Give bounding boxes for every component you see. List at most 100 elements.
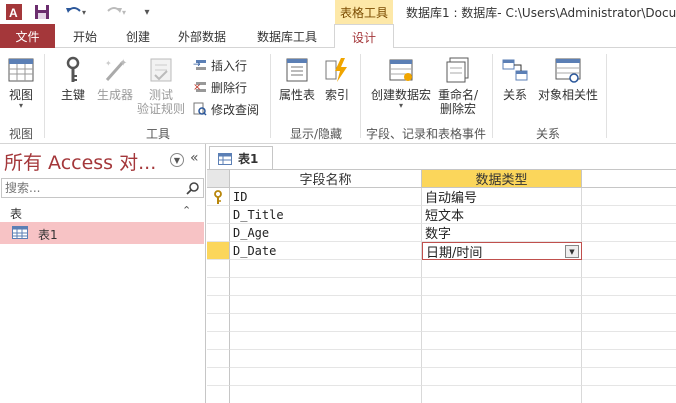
object-dependencies-button[interactable]: 对象相关性 [536,54,600,102]
insert-rows-label: 插入行 [211,58,248,73]
data-type-cell[interactable] [422,368,582,386]
tab-home[interactable]: 开始 [60,24,110,48]
row-selector[interactable] [207,296,230,314]
row-selector[interactable] [207,188,230,206]
insert-rows-button[interactable]: → 插入行 [192,56,247,74]
field-name-cell[interactable]: D_Title [230,206,422,224]
field-name-cell[interactable] [230,350,422,368]
description-cell[interactable] [582,242,676,260]
create-data-macros-button[interactable]: 创建数据宏 ▾ [368,54,434,110]
table-tools-context-label: 表格工具 [335,0,393,24]
save-icon[interactable] [32,2,52,22]
row-selector-active[interactable] [207,242,230,260]
document-area: 表1 字段名称 数据类型 ID 自动编号 D_Title 短文本 D_Age 数… [207,144,676,403]
test-validation-rules-button[interactable]: 测试 验证规则 [134,54,188,116]
delete-rows-icon: × [192,79,208,95]
nav-pane-title[interactable]: 所有 Access 对... [4,148,156,175]
description-cell[interactable] [582,368,676,386]
row-selector[interactable] [207,368,230,386]
group-divider [270,54,271,138]
row-selector[interactable] [207,278,230,296]
view-button[interactable]: 视图 ▾ [4,54,38,110]
data-type-cell[interactable] [422,278,582,296]
search-icon[interactable] [186,181,200,195]
row-selector[interactable] [207,350,230,368]
row-selector[interactable] [207,314,230,332]
property-sheet-label: 属性表 [278,88,315,102]
data-type-cell[interactable] [422,332,582,350]
modify-lookups-label: 修改查阅 [211,102,260,117]
builder-label: 生成器 [96,88,133,102]
field-name-cell[interactable] [230,314,422,332]
description-cell[interactable] [582,350,676,368]
table-icon [218,152,232,165]
data-type-cell[interactable]: 自动编号 [422,188,582,206]
modify-lookups-button[interactable]: 修改查阅 [192,100,259,118]
data-type-cell[interactable] [422,260,582,278]
field-name-cell[interactable]: D_Date [230,242,422,260]
chevron-down-icon[interactable]: ▼ [170,153,184,167]
field-name-cell[interactable]: ID [230,188,422,206]
description-cell[interactable] [582,278,676,296]
tab-database-tools[interactable]: 数据库工具 [248,24,326,48]
row-selector[interactable] [207,260,230,278]
data-type-cell[interactable] [422,296,582,314]
description-cell[interactable] [582,314,676,332]
undo-icon[interactable]: ▾ [62,2,90,22]
primary-key-button[interactable]: 主键 [56,54,90,102]
row-selector[interactable] [207,224,230,242]
nav-search-input[interactable] [1,178,204,198]
group-label-field-events: 字段、记录和表格事件 [365,127,486,141]
nav-item-table1[interactable]: 表1 [0,222,204,244]
field-name-cell[interactable] [230,332,422,350]
description-cell[interactable] [582,188,676,206]
data-type-cell[interactable] [422,386,582,403]
key-icon [57,54,89,86]
description-cell[interactable] [582,386,676,403]
svg-text:→: → [193,60,201,70]
field-name-cell[interactable] [230,386,422,403]
object-dependencies-icon [552,54,584,86]
description-cell[interactable] [582,332,676,350]
description-cell[interactable] [582,296,676,314]
dropdown-arrow-icon[interactable]: ▼ [565,245,579,258]
data-type-cell[interactable] [422,350,582,368]
test-label-line2: 验证规则 [136,102,185,116]
row-selector[interactable] [207,206,230,224]
tab-file[interactable]: 文件 [0,24,55,48]
tab-design[interactable]: 设计 [334,24,394,49]
group-label-views: 视图 [8,127,33,141]
delete-rows-button[interactable]: × 删除行 [192,78,247,96]
data-type-cell[interactable] [422,314,582,332]
indexes-button[interactable]: 索引 [320,54,354,102]
data-type-cell[interactable]: 数字 [422,224,582,242]
field-name-cell[interactable] [230,278,422,296]
property-sheet-button[interactable]: 属性表 [276,54,318,102]
document-tab-table1[interactable]: 表1 [209,146,273,170]
chevron-down-icon: ▾ [18,101,23,110]
tab-external-data[interactable]: 外部数据 [170,24,234,48]
tab-create[interactable]: 创建 [116,24,160,48]
rename-delete-macro-button[interactable]: 重命名/ 删除宏 [434,54,482,116]
data-type-cell[interactable]: 短文本 [422,206,582,224]
field-name-cell[interactable] [230,368,422,386]
field-name-cell[interactable]: D_Age [230,224,422,242]
row-selector[interactable] [207,386,230,403]
row-selector[interactable] [207,332,230,350]
property-sheet-icon [281,54,313,86]
description-cell[interactable] [582,224,676,242]
chevron-up-icon[interactable]: ⌃ [182,204,191,217]
data-type-select[interactable]: 日期/时间 ▼ [422,242,582,260]
field-name-cell[interactable] [230,260,422,278]
nav-group-tables[interactable]: 表 ⌃ [0,202,204,222]
description-cell[interactable] [582,260,676,278]
description-cell[interactable] [582,206,676,224]
relationships-button[interactable]: 关系 [498,54,532,102]
builder-button[interactable]: ✦ ✦ 生成器 [94,54,136,102]
indexes-label: 索引 [324,88,349,102]
grid-corner[interactable] [207,170,230,188]
field-name-cell[interactable] [230,296,422,314]
collapse-pane-icon[interactable]: « [190,150,199,166]
customize-quick-access-icon[interactable]: ▾ [140,2,154,22]
group-divider [360,54,361,138]
